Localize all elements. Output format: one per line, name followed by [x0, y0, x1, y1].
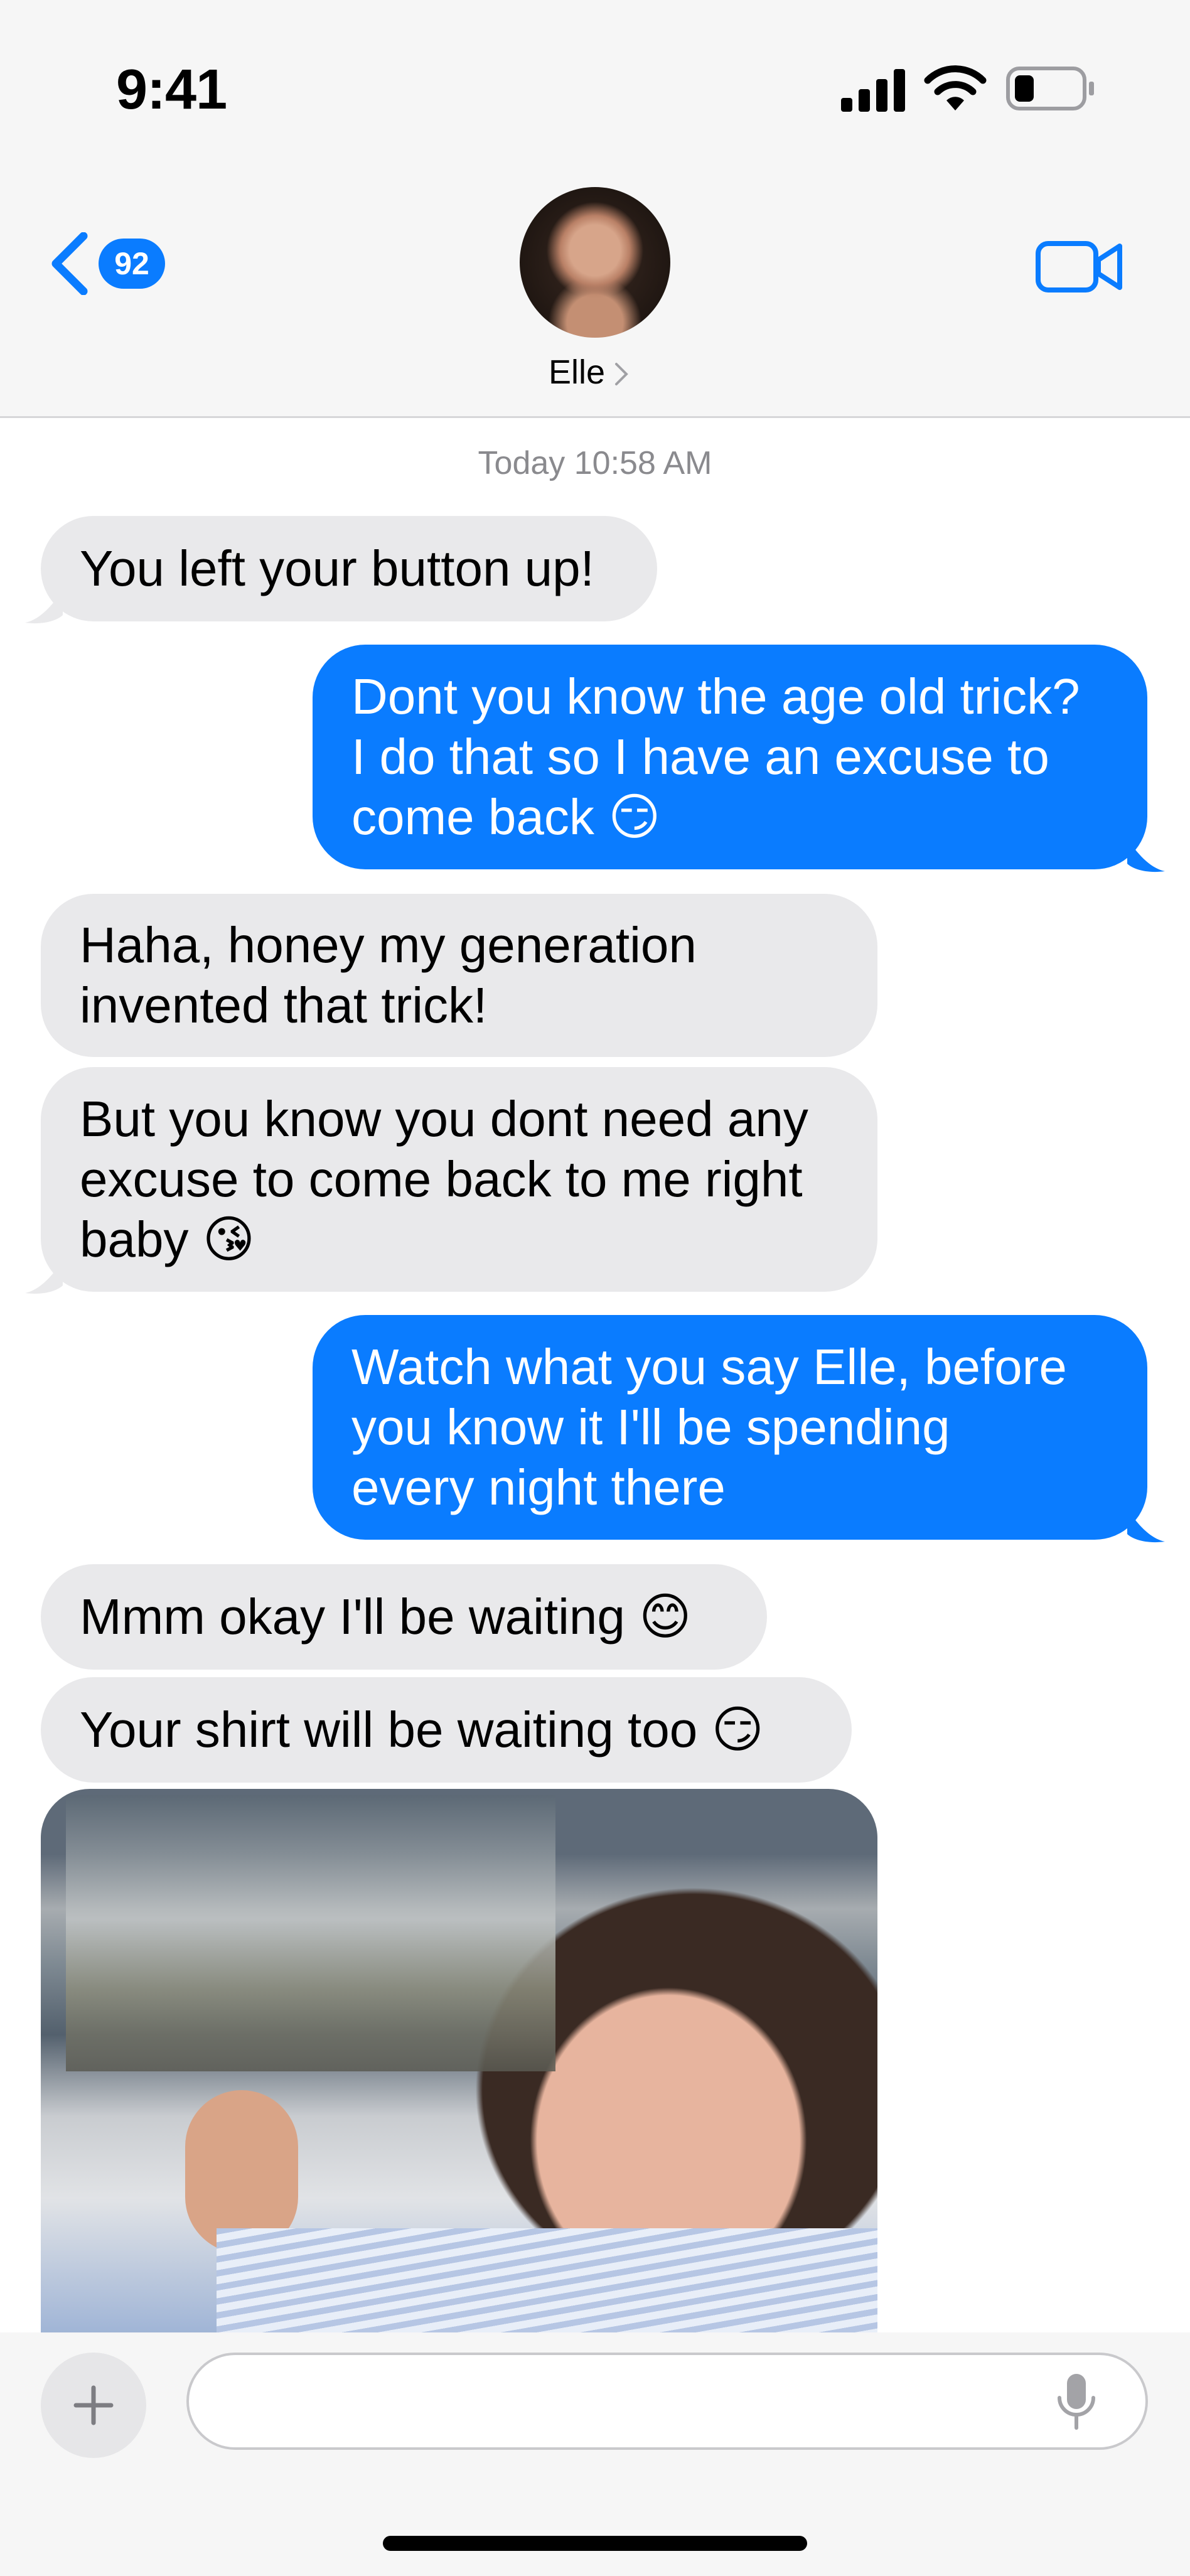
- chevron-right-icon: [615, 363, 628, 385]
- battery-icon: [1006, 67, 1094, 110]
- thread-timestamp: Today 10:58 AM: [478, 445, 712, 481]
- bubble-tail: [25, 590, 63, 624]
- message-bubble[interactable]: Mmm okay I'll be waiting 😊: [41, 1564, 767, 1670]
- unread-count-badge: 92: [99, 239, 165, 289]
- message-input[interactable]: [186, 2353, 1148, 2450]
- message-bubble[interactable]: But you know you dont need any excuse to…: [41, 1067, 877, 1292]
- microphone-icon[interactable]: [1054, 2371, 1098, 2432]
- message-bubble[interactable]: Dont you know the age old trick? I do th…: [313, 645, 1147, 869]
- back-button[interactable]: 92: [47, 229, 169, 298]
- back-chevron-icon: [51, 232, 88, 295]
- home-indicator: [383, 2536, 807, 2551]
- photo-detail: [217, 2228, 877, 2335]
- video-call-icon[interactable]: [1036, 239, 1123, 295]
- photo-attachment[interactable]: [41, 1789, 877, 2335]
- add-attachment-button[interactable]: [41, 2353, 146, 2458]
- photo-wall-art: [66, 1795, 555, 2071]
- conversation-header: 9:41 92 Elle: [0, 0, 1190, 418]
- contact-name[interactable]: Elle: [549, 353, 605, 392]
- message-bubble[interactable]: Watch what you say Elle, before you know…: [313, 1315, 1147, 1540]
- bubble-tail: [1127, 839, 1165, 872]
- wifi-icon: [924, 65, 987, 110]
- message-bubble[interactable]: Your shirt will be waiting too 😏: [41, 1677, 852, 1783]
- plus-icon: [73, 2385, 114, 2425]
- message-bubble[interactable]: Haha, honey my generation invented that …: [41, 894, 877, 1057]
- message-bubble[interactable]: You left your button up!: [41, 516, 657, 621]
- signal-icon: [841, 69, 905, 112]
- contact-avatar[interactable]: [520, 187, 670, 338]
- bubble-tail: [25, 1260, 63, 1294]
- status-time: 9:41: [116, 58, 227, 121]
- bubble-tail: [1127, 1509, 1165, 1543]
